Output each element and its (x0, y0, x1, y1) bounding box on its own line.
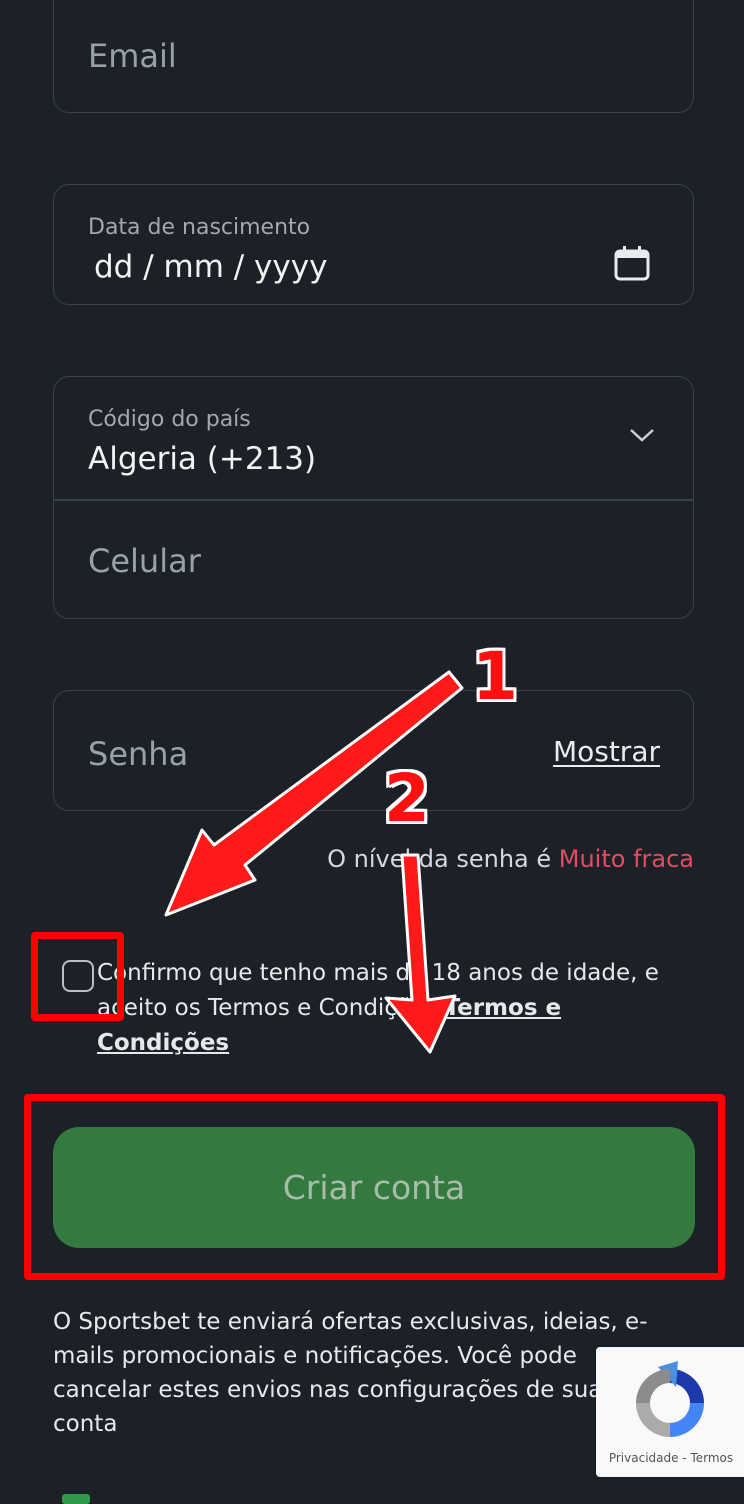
step-1-label: 1 (472, 638, 518, 715)
recaptcha-icon (628, 1361, 712, 1449)
arrow-2 (384, 853, 457, 1054)
recaptcha-label: Privacidade - Termos (608, 1451, 734, 1465)
next-checkbox-peek[interactable] (62, 1494, 90, 1504)
step-2-label: 2 (384, 760, 430, 837)
annotation-arrows (164, 670, 464, 1054)
recaptcha-badge[interactable]: Privacidade - Termos (596, 1347, 744, 1477)
